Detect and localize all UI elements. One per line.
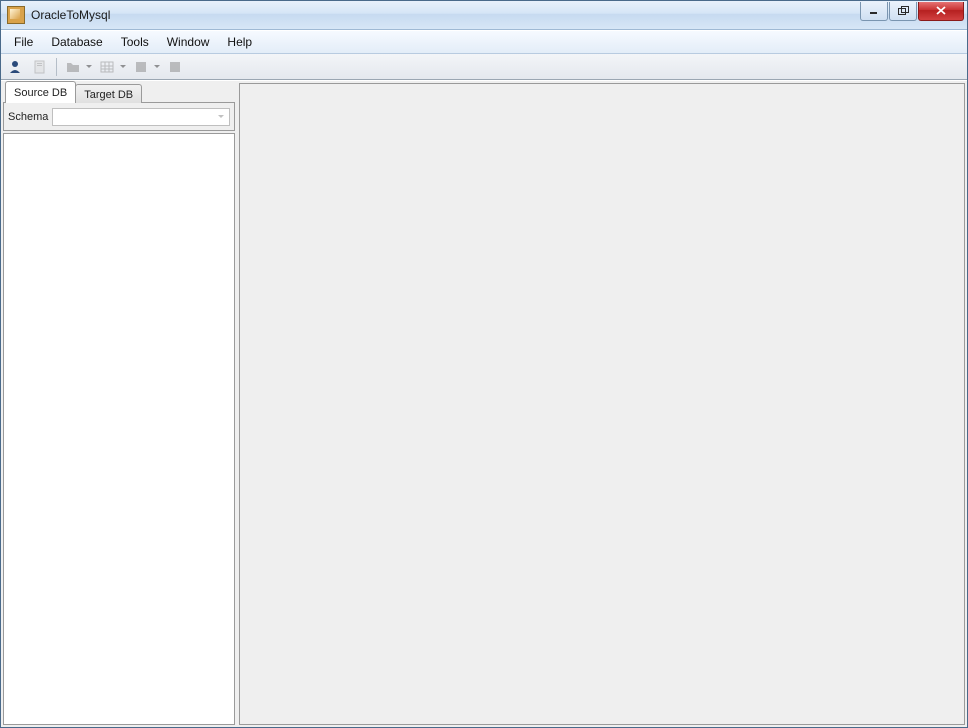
close-icon [936, 6, 947, 16]
toolbar-separator [56, 58, 57, 76]
toolbar-import-caret[interactable] [84, 63, 94, 71]
tab-target-db[interactable]: Target DB [75, 84, 142, 103]
menu-database[interactable]: Database [42, 33, 111, 51]
toolbar-export-button[interactable] [96, 56, 118, 78]
window-title: OracleToMysql [31, 8, 110, 22]
menu-file[interactable]: File [5, 33, 42, 51]
document-icon [32, 59, 48, 75]
menu-window[interactable]: Window [158, 33, 219, 51]
toolbar-run-button[interactable] [130, 56, 152, 78]
menu-help[interactable]: Help [218, 33, 261, 51]
square-icon [134, 60, 148, 74]
toolbar-run-caret[interactable] [152, 63, 162, 71]
toolbar [1, 54, 967, 80]
chevron-down-icon [153, 63, 161, 71]
toolbar-connect-button[interactable] [5, 56, 27, 78]
toolbar-import-dropdown[interactable] [62, 56, 94, 78]
table-list[interactable] [3, 133, 235, 725]
tabstrip: Source DB Target DB [3, 83, 235, 103]
chevron-down-icon [119, 63, 127, 71]
minimize-button[interactable] [860, 2, 888, 21]
minimize-icon [869, 6, 879, 16]
app-window: OracleToMysql File Database Tools [0, 0, 968, 728]
titlebar[interactable]: OracleToMysql [1, 1, 967, 30]
toolbar-import-button[interactable] [62, 56, 84, 78]
window-controls [860, 2, 965, 22]
client-area: Source DB Target DB Schema [1, 80, 967, 727]
close-button[interactable] [918, 2, 964, 21]
person-icon [8, 59, 24, 75]
toolbar-run-dropdown[interactable] [130, 56, 162, 78]
toolbar-export-caret[interactable] [118, 63, 128, 71]
toolbar-task-button[interactable] [29, 56, 51, 78]
chevron-down-icon [217, 110, 225, 124]
menubar: File Database Tools Window Help [1, 30, 967, 54]
left-pane: Source DB Target DB Schema [3, 83, 235, 725]
chevron-down-icon [85, 63, 93, 71]
stop-icon [168, 60, 182, 74]
content-pane [239, 83, 965, 725]
menu-tools[interactable]: Tools [112, 33, 158, 51]
toolbar-stop-button[interactable] [164, 56, 186, 78]
schema-select[interactable] [52, 108, 230, 126]
app-icon [7, 6, 25, 24]
maximize-icon [898, 6, 909, 16]
tab-source-db[interactable]: Source DB [5, 81, 76, 103]
schema-label: Schema [8, 111, 48, 123]
maximize-button[interactable] [889, 2, 917, 21]
schema-row: Schema [3, 102, 235, 131]
grid-icon [99, 59, 115, 75]
toolbar-export-dropdown[interactable] [96, 56, 128, 78]
folder-icon [65, 59, 81, 75]
